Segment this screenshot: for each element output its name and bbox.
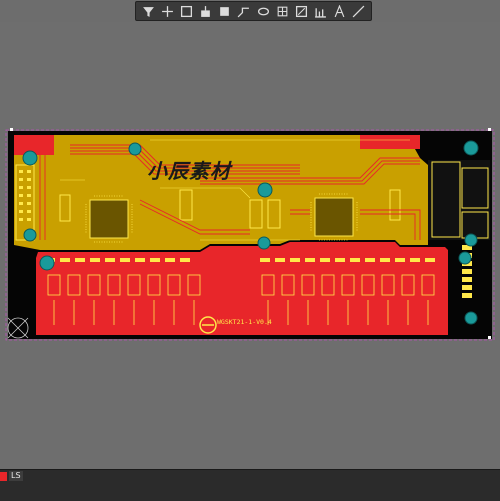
route-track-icon[interactable] bbox=[236, 3, 252, 19]
pcb-board[interactable] bbox=[0, 0, 500, 500]
select-rect-icon[interactable] bbox=[179, 3, 195, 19]
watermark-text: 小辰素材 bbox=[147, 159, 231, 183]
board-silk-label: WGSKT21-1-V0.4 bbox=[217, 318, 272, 326]
place-component-icon[interactable] bbox=[198, 3, 214, 19]
line-icon[interactable] bbox=[350, 3, 366, 19]
layer-label: LS bbox=[9, 471, 23, 481]
floating-toolbar bbox=[135, 1, 372, 21]
layer-color-swatch bbox=[0, 471, 7, 481]
bar-chart-icon[interactable] bbox=[312, 3, 328, 19]
filter-icon[interactable] bbox=[141, 3, 157, 19]
crosshair-icon[interactable] bbox=[160, 3, 176, 19]
bottom-copper-pour bbox=[14, 135, 428, 250]
fill-square-icon[interactable] bbox=[217, 3, 233, 19]
grid-icon[interactable] bbox=[274, 3, 290, 19]
text-icon[interactable] bbox=[331, 3, 347, 19]
layer-tab-ls[interactable]: LS bbox=[0, 471, 23, 481]
polygon-icon[interactable] bbox=[293, 3, 309, 19]
via-icon[interactable] bbox=[255, 3, 271, 19]
layer-bar: LS bbox=[0, 469, 500, 501]
